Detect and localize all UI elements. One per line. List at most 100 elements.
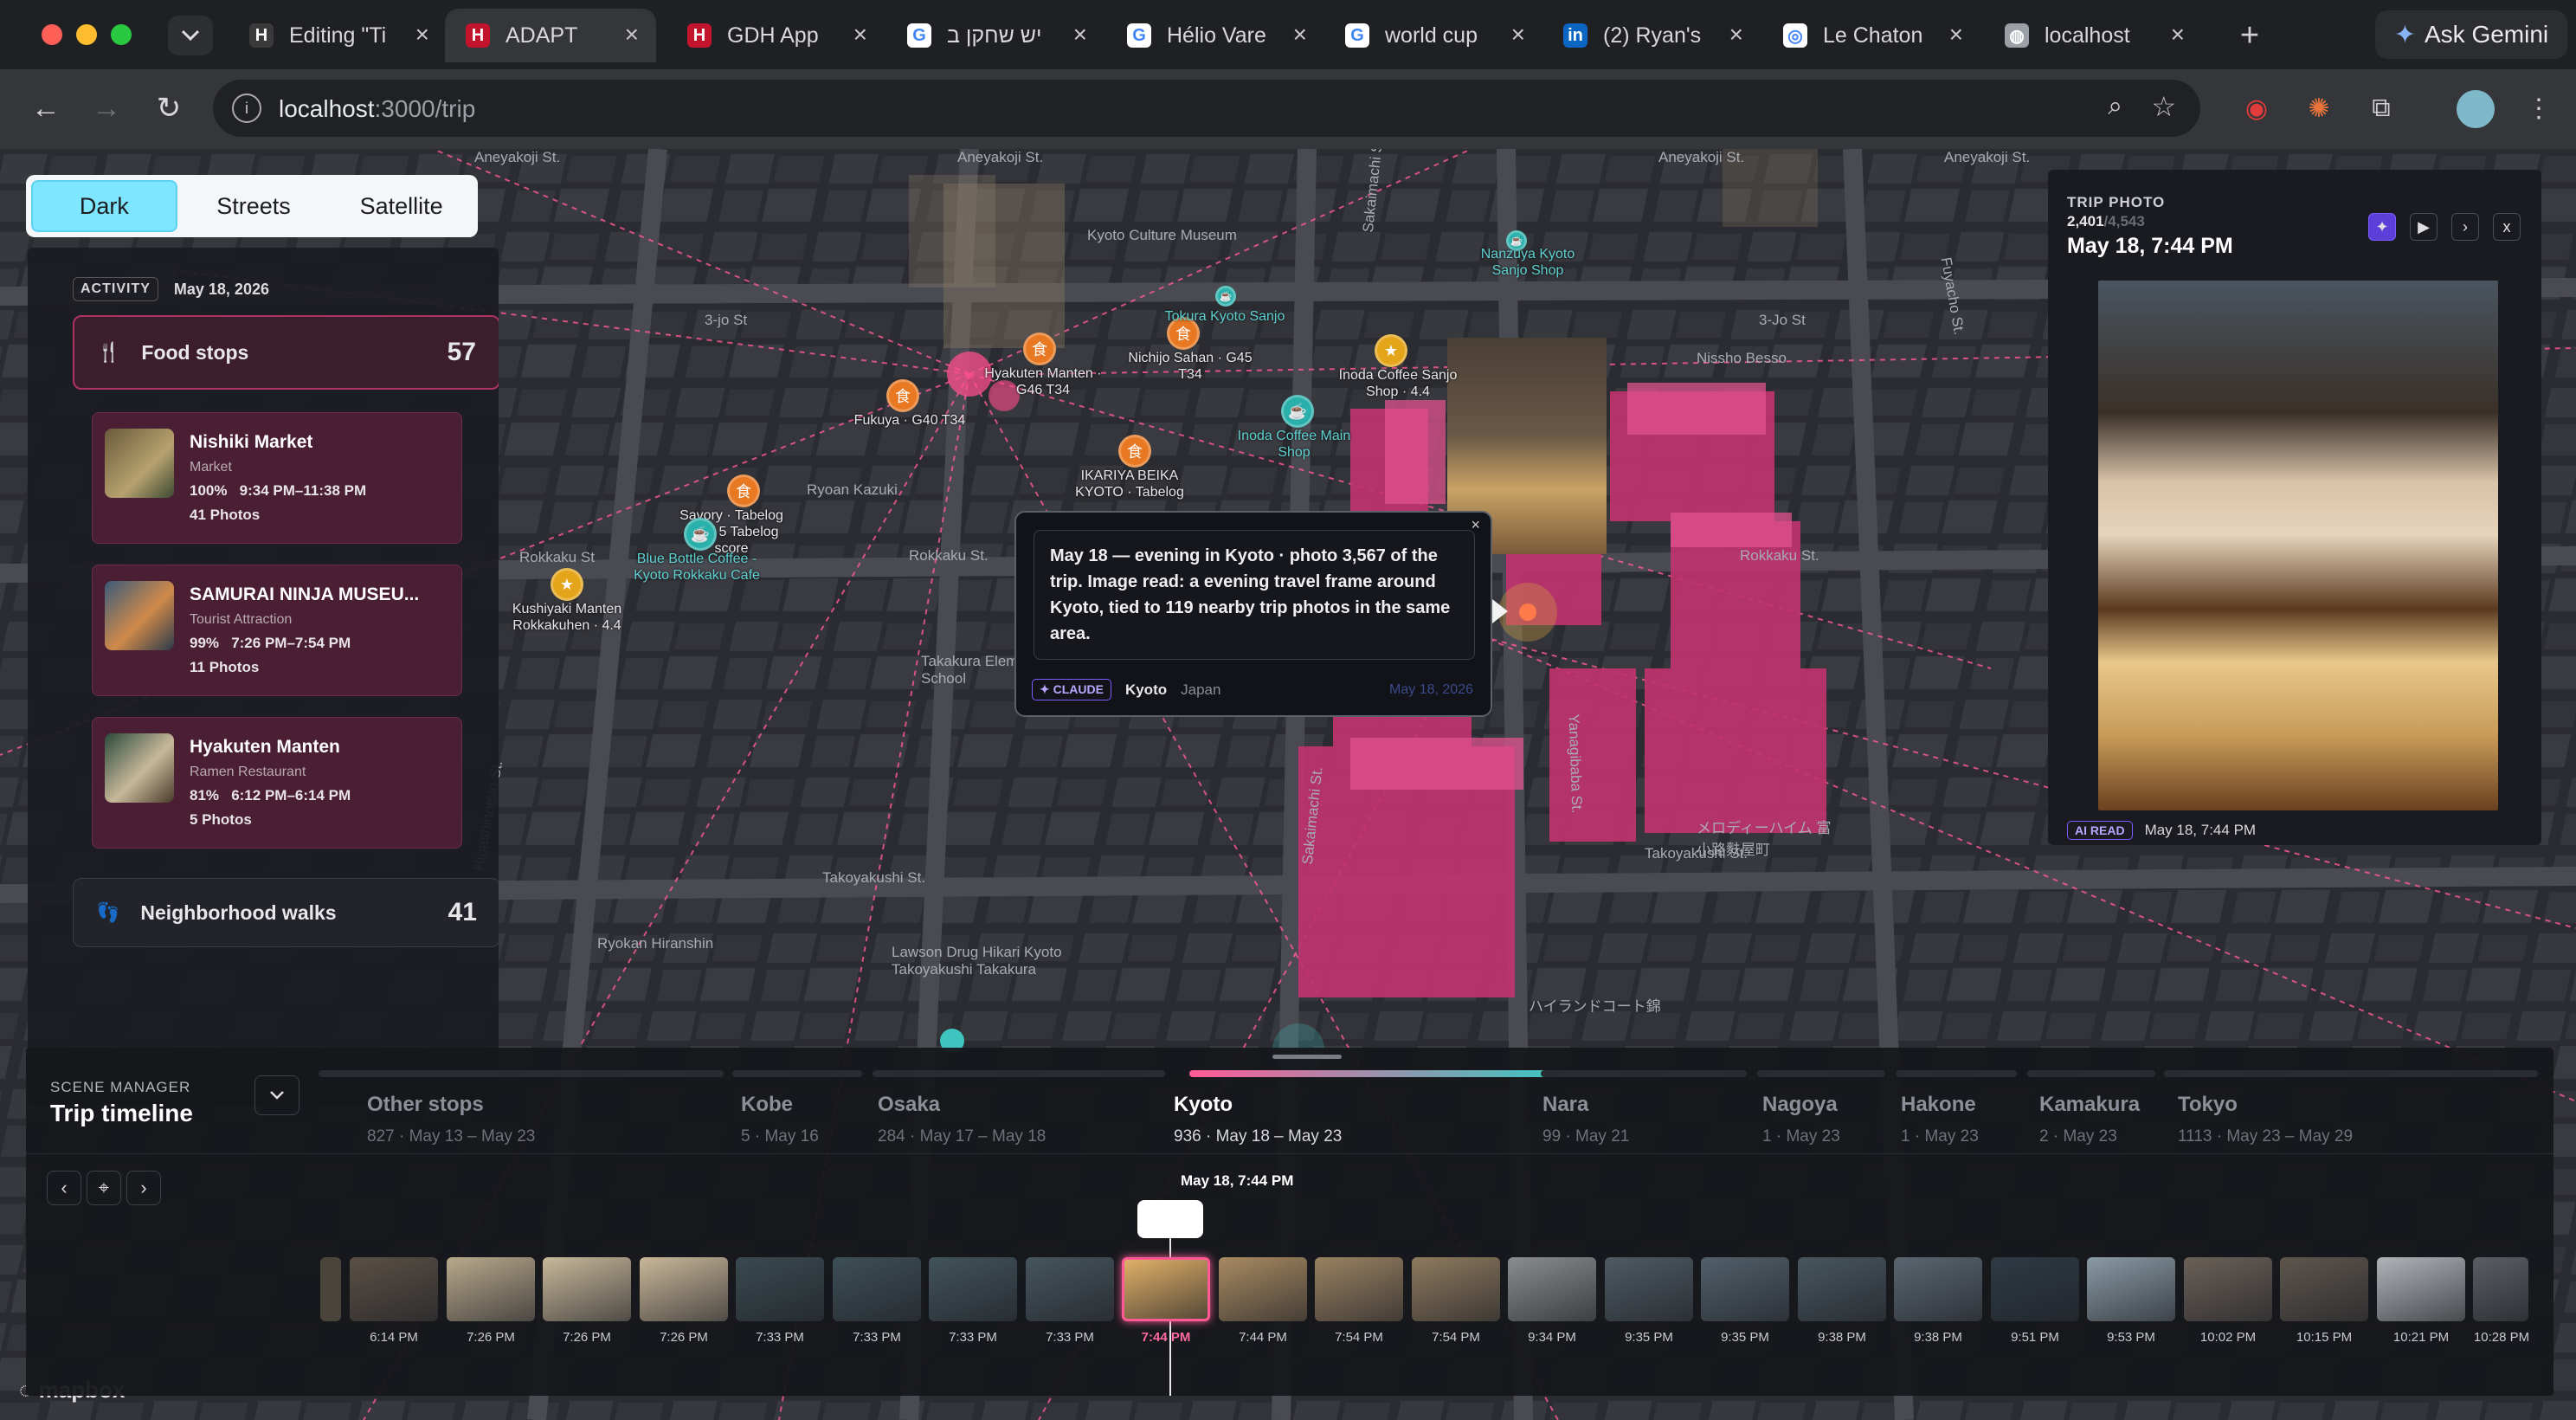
tab-close-button[interactable]: × xyxy=(1293,23,1307,47)
timeline-segment[interactable] xyxy=(732,1070,862,1077)
timeline-recenter-button[interactable]: ⌖ xyxy=(87,1171,121,1205)
timeline-segment[interactable] xyxy=(1757,1070,1885,1077)
browser-tab[interactable]: G יש שחקן ב × xyxy=(886,9,1104,62)
claude-extension-icon[interactable]: ✺ xyxy=(2301,90,2337,126)
tab-close-button[interactable]: × xyxy=(1511,23,1525,47)
tab-close-button[interactable]: × xyxy=(1729,23,1743,47)
timeline-thumbnail[interactable] xyxy=(2184,1257,2272,1321)
close-window-button[interactable] xyxy=(42,24,62,45)
timeline-thumbnail[interactable] xyxy=(2377,1257,2465,1321)
poi-marker[interactable]: ★ xyxy=(1375,334,1407,367)
timeline-thumbnail[interactable] xyxy=(447,1257,535,1321)
profile-avatar[interactable] xyxy=(2457,90,2495,128)
timeline-city[interactable]: Hakone 1 · May 23 xyxy=(1901,1093,1979,1146)
poi-marker[interactable]: ☕ xyxy=(1281,395,1314,428)
close-photo-button[interactable]: x xyxy=(2493,213,2521,241)
timeline-thumbnail[interactable] xyxy=(543,1257,631,1321)
timeline-thumbnail[interactable] xyxy=(1508,1257,1596,1321)
zoom-icon[interactable]: ⌕ xyxy=(2108,92,2122,121)
timeline-city[interactable]: Tokyo 1113 · May 23 – May 29 xyxy=(2178,1093,2353,1146)
trip-photo-image[interactable] xyxy=(2098,281,2498,810)
timeline-thumbnail[interactable] xyxy=(1894,1257,1982,1321)
minimize-window-button[interactable] xyxy=(76,24,97,45)
browser-tab[interactable]: Gworld cup × xyxy=(1324,9,1542,62)
timeline-city[interactable]: Other stops 827 · May 13 – May 23 xyxy=(367,1093,535,1146)
timeline-next-button[interactable]: › xyxy=(126,1171,161,1205)
timeline-segment[interactable] xyxy=(319,1070,724,1077)
food-stops-category[interactable]: 🍴 Food stops 57 xyxy=(73,315,499,390)
browser-tab[interactable]: H GDH App × xyxy=(667,9,885,62)
timeline-thumbnail[interactable] xyxy=(833,1257,921,1321)
browser-menu-icon[interactable]: ⋮ xyxy=(2521,90,2557,126)
lips-extension-icon[interactable]: ◉ xyxy=(2238,90,2275,126)
bookmark-star-icon[interactable]: ☆ xyxy=(2151,90,2176,123)
timeline-thumbnail[interactable] xyxy=(2473,1257,2528,1321)
timeline-thumbnail[interactable] xyxy=(1605,1257,1693,1321)
collapse-timeline-button[interactable] xyxy=(254,1075,299,1115)
browser-tab[interactable]: in (2) Ryan's × xyxy=(1542,9,1761,62)
timeline-city[interactable]: Kamakura 2 · May 23 xyxy=(2039,1093,2140,1146)
style-dark-button[interactable]: Dark xyxy=(31,180,177,232)
browser-tab[interactable]: H ADAPT × xyxy=(445,9,656,62)
reload-button[interactable]: ↻ xyxy=(147,87,190,130)
poi-marker[interactable]: ☕ xyxy=(684,518,717,551)
timeline-thumbnail[interactable] xyxy=(1798,1257,1886,1321)
timeline-thumbnail[interactable] xyxy=(640,1257,728,1321)
timeline-thumbnail[interactable] xyxy=(320,1257,341,1321)
timeline-thumbnail[interactable] xyxy=(1315,1257,1403,1321)
ask-gemini-button[interactable]: ✦ Ask Gemini xyxy=(2375,10,2567,59)
tab-close-button[interactable]: × xyxy=(625,23,639,47)
site-info-icon[interactable]: i xyxy=(232,94,261,123)
address-bar[interactable]: i localhost:3000/trip ⌕ ☆ xyxy=(213,80,2200,137)
timeline-segment[interactable] xyxy=(1541,1070,1747,1077)
timeline-segment[interactable] xyxy=(2027,1070,2155,1077)
tab-close-button[interactable]: × xyxy=(1949,23,1963,47)
timeline-thumbnail[interactable] xyxy=(1122,1257,1210,1321)
extensions-puzzle-icon[interactable]: ⧉ xyxy=(2363,90,2399,126)
poi-marker[interactable]: 食 xyxy=(886,379,919,412)
timeline-prev-button[interactable]: ‹ xyxy=(47,1171,81,1205)
poi-marker[interactable]: ☕ xyxy=(1215,286,1236,307)
play-button[interactable]: ▶ xyxy=(2410,213,2438,241)
forward-button[interactable]: → xyxy=(85,87,128,130)
scrub-handle[interactable] xyxy=(1137,1200,1203,1238)
poi-marker[interactable]: 食 xyxy=(727,474,760,507)
activity-card[interactable]: Nishiki Market Market 100% 9:34 PM–11:38… xyxy=(92,412,462,544)
next-photo-button[interactable]: › xyxy=(2451,213,2479,241)
poi-marker[interactable]: 食 xyxy=(1118,435,1151,468)
timeline-thumbnail[interactable] xyxy=(350,1257,438,1321)
poi-marker[interactable]: 食 xyxy=(1023,332,1056,365)
resize-handle[interactable] xyxy=(1272,1055,1342,1059)
style-streets-button[interactable]: Streets xyxy=(183,180,325,232)
style-satellite-button[interactable]: Satellite xyxy=(330,180,473,232)
poi-marker[interactable]: ★ xyxy=(551,568,583,601)
new-tab-button[interactable]: + xyxy=(2230,16,2270,55)
timeline-segment[interactable] xyxy=(873,1070,1165,1077)
back-button[interactable]: ← xyxy=(24,87,68,130)
timeline-thumbnail[interactable] xyxy=(736,1257,824,1321)
timeline-city[interactable]: Kobe 5 · May 16 xyxy=(741,1093,819,1146)
timeline-city[interactable]: Kyoto 936 · May 18 – May 23 xyxy=(1174,1093,1342,1146)
timeline-city[interactable]: Nara 99 · May 21 xyxy=(1542,1093,1629,1146)
browser-tab[interactable]: H Editing "Ti × xyxy=(229,9,447,62)
timeline-thumbnail[interactable] xyxy=(2087,1257,2175,1321)
timeline-city[interactable]: Osaka 284 · May 17 – May 18 xyxy=(878,1093,1046,1146)
tab-close-button[interactable]: × xyxy=(2171,23,2185,47)
timeline-thumbnail[interactable] xyxy=(1701,1257,1789,1321)
timeline-segment[interactable] xyxy=(1896,1070,2017,1077)
timeline-segment[interactable] xyxy=(1189,1070,1551,1077)
activity-card[interactable]: Hyakuten Manten Ramen Restaurant 81% 6:1… xyxy=(92,717,462,849)
browser-tab[interactable]: G Hélio Vare × xyxy=(1106,9,1324,62)
browser-tab[interactable]: ◎ Le Chaton × xyxy=(1762,9,1980,62)
timeline-thumbnail[interactable] xyxy=(1991,1257,2079,1321)
zoom-window-button[interactable] xyxy=(111,24,132,45)
neighborhood-walks-category[interactable]: 👣 Neighborhood walks 41 xyxy=(73,878,499,947)
tab-close-button[interactable]: × xyxy=(853,23,867,47)
timeline-thumbnail[interactable] xyxy=(2280,1257,2368,1321)
activity-card[interactable]: SAMURAI NINJA MUSEU... Tourist Attractio… xyxy=(92,565,462,696)
timeline-city[interactable]: Nagoya 1 · May 23 xyxy=(1762,1093,1840,1146)
timeline-thumbnail[interactable] xyxy=(1412,1257,1500,1321)
timeline-thumbnail[interactable] xyxy=(929,1257,1017,1321)
browser-tab[interactable]: ◍ localhost × xyxy=(1984,9,2202,62)
ai-sparkle-button[interactable]: ✦ xyxy=(2368,213,2396,241)
